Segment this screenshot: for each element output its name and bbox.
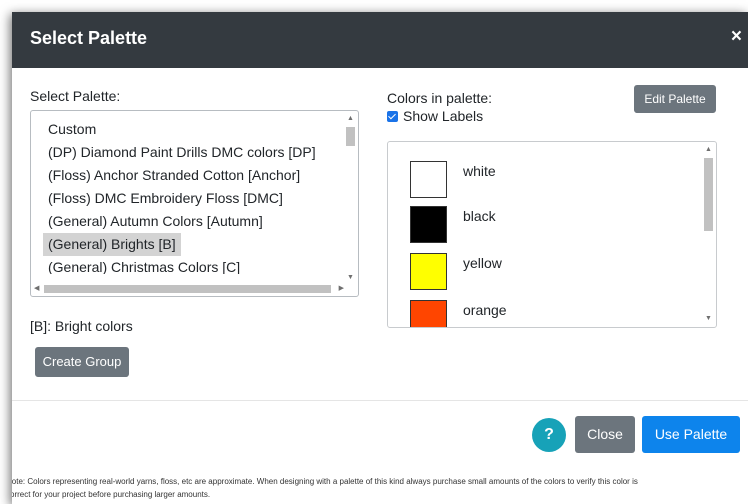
scroll-left-icon[interactable]: ◀ (34, 285, 39, 293)
palette-option[interactable]: (General) Autumn Colors [Autumn] (43, 210, 268, 233)
edit-palette-button[interactable]: Edit Palette (634, 85, 716, 113)
color-swatch-black[interactable] (410, 206, 447, 243)
select-palette-label: Select Palette: (30, 88, 121, 104)
scroll-down-icon[interactable]: ▼ (705, 315, 712, 323)
palette-option-selected[interactable]: (General) Brights [B] (43, 233, 181, 256)
palette-option[interactable]: (General) Christmas Colors [C] (43, 256, 245, 274)
close-button[interactable]: Close (575, 416, 635, 453)
color-name: yellow (463, 255, 502, 271)
scroll-up-icon[interactable]: ▲ (705, 146, 712, 154)
note-line-1: Note: Colors representing real-world yar… (12, 477, 638, 486)
show-labels-checkbox[interactable] (387, 111, 398, 122)
colors-vertical-scrollbar[interactable]: ▲ ▼ (702, 144, 714, 325)
colors-in-palette-label: Colors in palette: (387, 90, 493, 106)
use-palette-button[interactable]: Use Palette (642, 416, 740, 453)
dialog-header: Select Palette × (12, 12, 748, 68)
listbox-horizontal-scrollbar[interactable]: ◀ ▶ (33, 283, 344, 294)
palette-option[interactable]: (DP) Diamond Paint Drills DMC colors [DP… (43, 141, 321, 164)
close-icon[interactable]: × (731, 27, 742, 47)
color-name: orange (463, 302, 507, 318)
scroll-right-icon[interactable]: ▶ (339, 285, 344, 293)
scrollbar-thumb[interactable] (44, 285, 331, 293)
dialog-title: Select Palette (30, 28, 148, 48)
color-swatch-white[interactable] (410, 161, 447, 198)
scroll-down-icon[interactable]: ▼ (347, 274, 354, 282)
scrollbar-thumb[interactable] (704, 158, 713, 231)
palette-option[interactable]: (Floss) DMC Embroidery Floss [DMC] (43, 187, 288, 210)
select-palette-dialog: Select Palette × Select Palette: Custom … (12, 12, 748, 504)
color-name: white (463, 163, 496, 179)
scrollbar-thumb[interactable] (346, 127, 355, 146)
disclaimer-note: Note: Colors representing real-world yar… (12, 475, 746, 501)
palette-colors-panel: white black yellow orange ▲ ▼ (387, 141, 717, 328)
note-line-2: correct for your project before purchasi… (12, 490, 211, 499)
scroll-up-icon[interactable]: ▲ (347, 115, 354, 123)
footer-divider (12, 400, 748, 401)
create-group-button[interactable]: Create Group (35, 347, 129, 377)
palette-option[interactable]: Custom (43, 118, 101, 141)
help-button[interactable]: ? (532, 418, 566, 452)
color-name: black (463, 208, 496, 224)
color-swatch-yellow[interactable] (410, 253, 447, 290)
palette-description: [B]: Bright colors (30, 318, 133, 334)
palette-listbox[interactable]: Custom (DP) Diamond Paint Drills DMC col… (30, 110, 359, 297)
palette-option[interactable]: (Floss) Anchor Stranded Cotton [Anchor] (43, 164, 305, 187)
color-swatch-orange[interactable] (410, 300, 447, 327)
show-labels-label[interactable]: Show Labels (403, 108, 483, 124)
listbox-vertical-scrollbar[interactable]: ▲ ▼ (344, 113, 356, 282)
